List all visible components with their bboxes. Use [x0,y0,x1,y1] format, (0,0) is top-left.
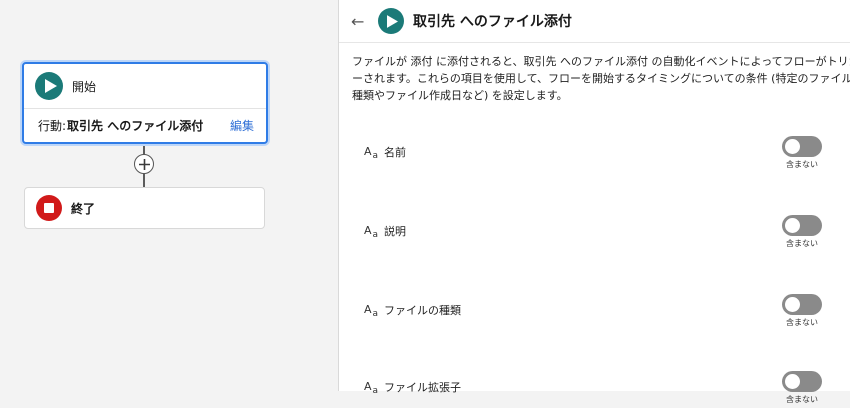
connector-line-top [143,146,145,154]
field-row-description: Aa 説明 含まない [364,215,834,252]
end-card[interactable]: 終了 [24,187,265,229]
include-toggle[interactable] [782,371,822,392]
panel-title: 取引先 へのファイル添付 [413,14,572,30]
toggle-caption: 含まない [786,160,818,169]
field-row-file-type: Aa ファイルの種類 含まない [364,294,834,331]
text-type-icon: Aa [364,380,379,396]
play-icon [35,72,63,100]
arrow-left-icon[interactable]: ← [351,12,367,31]
end-card-title: 終了 [71,201,96,216]
action-prefix: 行動: [38,118,67,133]
start-card-header: 開始 [24,64,266,109]
stop-icon [36,195,62,221]
start-card[interactable]: 開始 行動: 取引先 へのファイル添付 編集 [22,62,268,144]
text-type-icon: Aa [364,224,379,240]
plus-icon [138,158,150,170]
toggle-caption: 含まない [786,318,818,327]
include-toggle[interactable] [782,136,822,157]
include-toggle[interactable] [782,215,822,236]
field-label: 名前 [384,146,406,159]
edit-link[interactable]: 編集 [230,117,254,134]
panel-description: ファイルが 添付 に添付されると、取引先 へのファイル添付 の自動化イベントによ… [352,55,850,102]
field-row-name: Aa 名前 含まない [364,136,834,173]
field-label: ファイル拡張子 [384,381,461,394]
trigger-panel: ← 取引先 へのファイル添付 ファイルが 添付 に添付されると、取引先 へのファ… [339,0,850,404]
start-card-action-row: 行動: 取引先 へのファイル添付 編集 [24,109,266,141]
field-label: ファイルの種類 [384,304,461,317]
flow-canvas: 開始 行動: 取引先 へのファイル添付 編集 終了 [0,0,338,391]
toggle-caption: 含まない [786,239,818,248]
add-step-button[interactable] [134,154,154,174]
action-name: 取引先 へのファイル添付 [67,118,204,133]
connector-line-bottom [143,174,145,187]
field-label: 説明 [384,225,406,238]
toggle-caption: 含まない [786,395,818,404]
field-row-file-extension: Aa ファイル拡張子 含まない [364,371,834,408]
include-toggle[interactable] [782,294,822,315]
play-icon [378,8,404,34]
text-type-icon: Aa [364,145,379,161]
start-card-title: 開始 [72,79,97,94]
panel-header: ← 取引先 へのファイル添付 [339,0,850,43]
text-type-icon: Aa [364,303,379,319]
